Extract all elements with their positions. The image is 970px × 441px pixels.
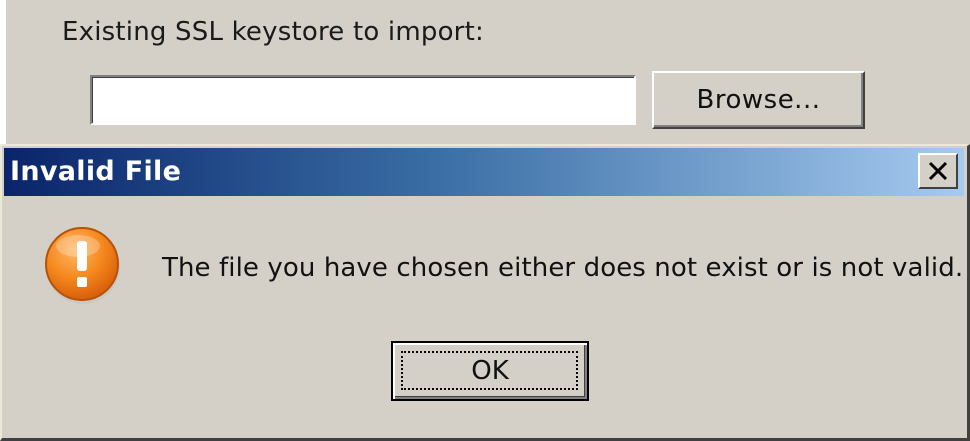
screen: Existing SSL keystore to import: Browse.… [0,0,970,441]
dialog-title: Invalid File [10,156,182,187]
ok-button[interactable]: OK [391,341,589,401]
keystore-path-input[interactable] [90,75,636,125]
keystore-label: Existing SSL keystore to import: [62,17,484,47]
ok-label: OK [471,356,509,386]
close-button[interactable] [918,153,958,189]
invalid-file-dialog: Invalid File The file you have chosen ei… [0,144,970,441]
browse-button[interactable]: Browse... [652,71,865,129]
close-icon [928,161,948,181]
warning-icon [45,227,120,304]
dialog-message: The file you have chosen either does not… [162,253,964,283]
keystore-import-window: Existing SSL keystore to import: Browse.… [6,0,970,148]
dialog-titlebar[interactable]: Invalid File [4,148,964,196]
